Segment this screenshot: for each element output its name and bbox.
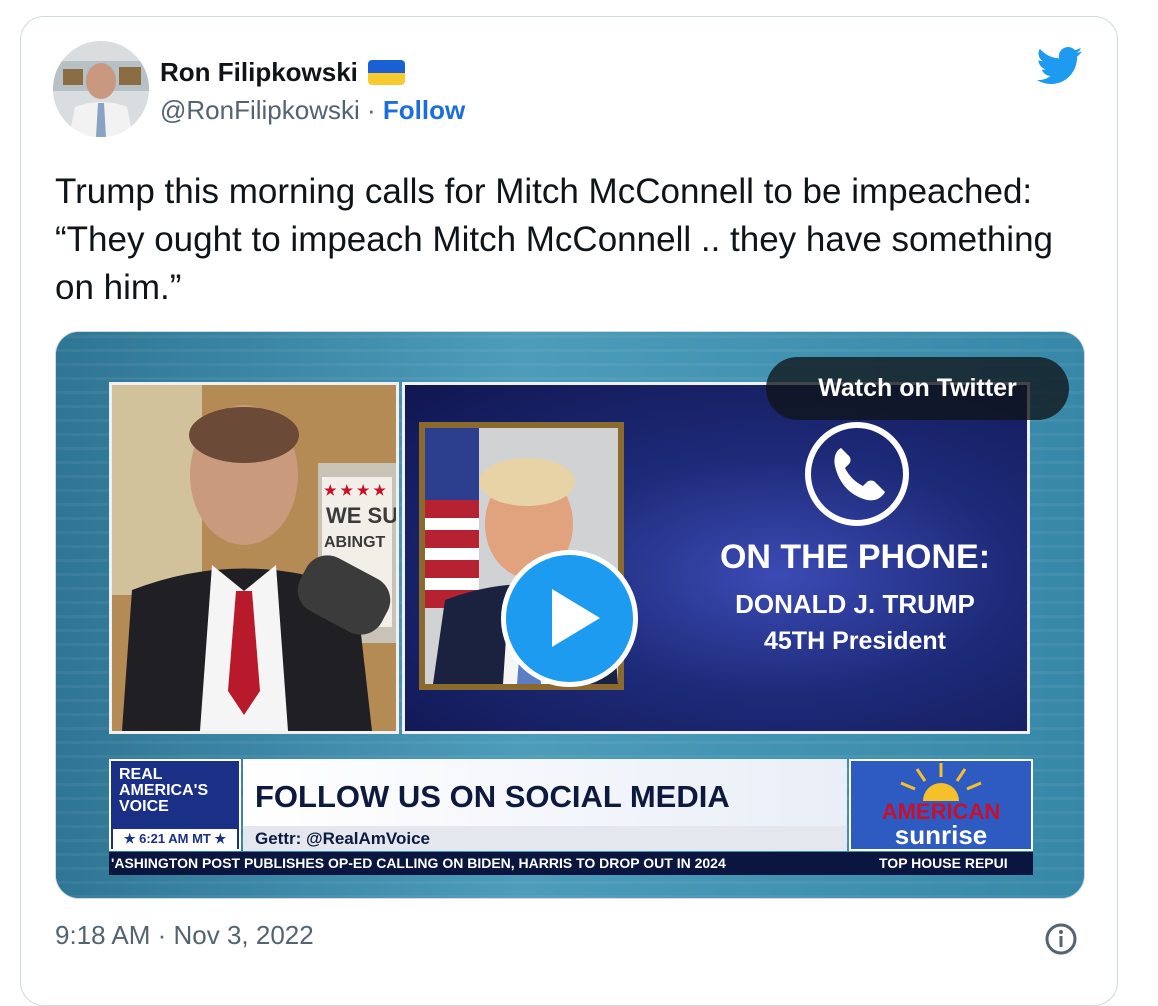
twitter-bird-icon[interactable] bbox=[1037, 46, 1083, 86]
play-button[interactable] bbox=[501, 550, 638, 687]
tweet-timestamp[interactable]: 9:18 AM · Nov 3, 2022 bbox=[55, 920, 314, 951]
caller-video-pane: ON THE PHONE: DONALD J. TRUMP 45TH Presi… bbox=[402, 382, 1030, 734]
host-figure: ★ ★ ★ ★ WE SU ABINGT bbox=[112, 385, 396, 731]
phone-icon bbox=[805, 422, 909, 526]
host-video-pane: ★ ★ ★ ★ WE SU ABINGT bbox=[109, 382, 399, 734]
on-the-phone-label: ON THE PHONE: bbox=[719, 538, 991, 576]
sun-icon bbox=[900, 763, 982, 819]
follow-button[interactable]: Follow bbox=[383, 95, 465, 125]
handle-separator: · bbox=[367, 95, 376, 125]
info-icon[interactable] bbox=[1044, 922, 1078, 956]
banner: FOLLOW US ON SOCIAL MEDIA Gettr: @RealAm… bbox=[243, 759, 847, 851]
banner-title: FOLLOW US ON SOCIAL MEDIA bbox=[255, 779, 730, 814]
network-logo: REAL AMERICA'S VOICE ★ 6:21 AM MT ★ bbox=[109, 759, 241, 851]
author-handle[interactable]: @RonFilipkowski bbox=[160, 95, 360, 125]
tweet-text: Trump this morning calls for Mitch McCon… bbox=[55, 172, 1053, 307]
avatar-photo bbox=[53, 41, 149, 137]
sign-line-2: ABINGT bbox=[324, 534, 386, 551]
caller-title: 45TH President bbox=[763, 627, 946, 655]
author-avatar[interactable] bbox=[53, 41, 149, 137]
svg-text:★ ★ ★ ★: ★ ★ ★ ★ bbox=[324, 482, 386, 498]
show-logo-line-2: sunrise bbox=[894, 820, 988, 850]
caller-name: DONALD J. TRUMP bbox=[735, 589, 975, 619]
author-name-row: Ron Filipkowski bbox=[160, 57, 405, 88]
play-icon bbox=[552, 589, 600, 647]
show-logo: AMERICAN sunrise bbox=[849, 759, 1033, 851]
author-handle-row: @RonFilipkowski · Follow bbox=[160, 95, 465, 126]
network-logo-line-3: VOICE bbox=[119, 798, 169, 815]
author-display-name[interactable]: Ron Filipkowski bbox=[160, 57, 358, 88]
network-logo-line-1: REAL bbox=[119, 766, 163, 783]
sign-line-1: WE SU bbox=[326, 503, 396, 528]
ticker-headline-2: TOP HOUSE REPUI bbox=[879, 855, 1008, 871]
network-logo-line-2: AMERICA'S bbox=[119, 782, 209, 799]
ticker-headline-1: 'ASHINGTON POST PUBLISHES OP-ED CALLING … bbox=[111, 855, 726, 871]
video-player[interactable]: ★ ★ ★ ★ WE SU ABINGT ON THE PHONE: DONAL… bbox=[55, 331, 1085, 899]
ukraine-flag-icon bbox=[367, 60, 405, 85]
news-ticker: 'ASHINGTON POST PUBLISHES OP-ED CALLING … bbox=[109, 852, 1033, 875]
banner-subtitle: Gettr: @RealAmVoice bbox=[243, 826, 847, 851]
lower-third: REAL AMERICA'S VOICE ★ 6:21 AM MT ★ FOLL… bbox=[109, 759, 1033, 875]
watch-on-twitter-button[interactable]: Watch on Twitter bbox=[766, 357, 1069, 420]
network-time: ★ 6:21 AM MT ★ bbox=[113, 829, 237, 849]
